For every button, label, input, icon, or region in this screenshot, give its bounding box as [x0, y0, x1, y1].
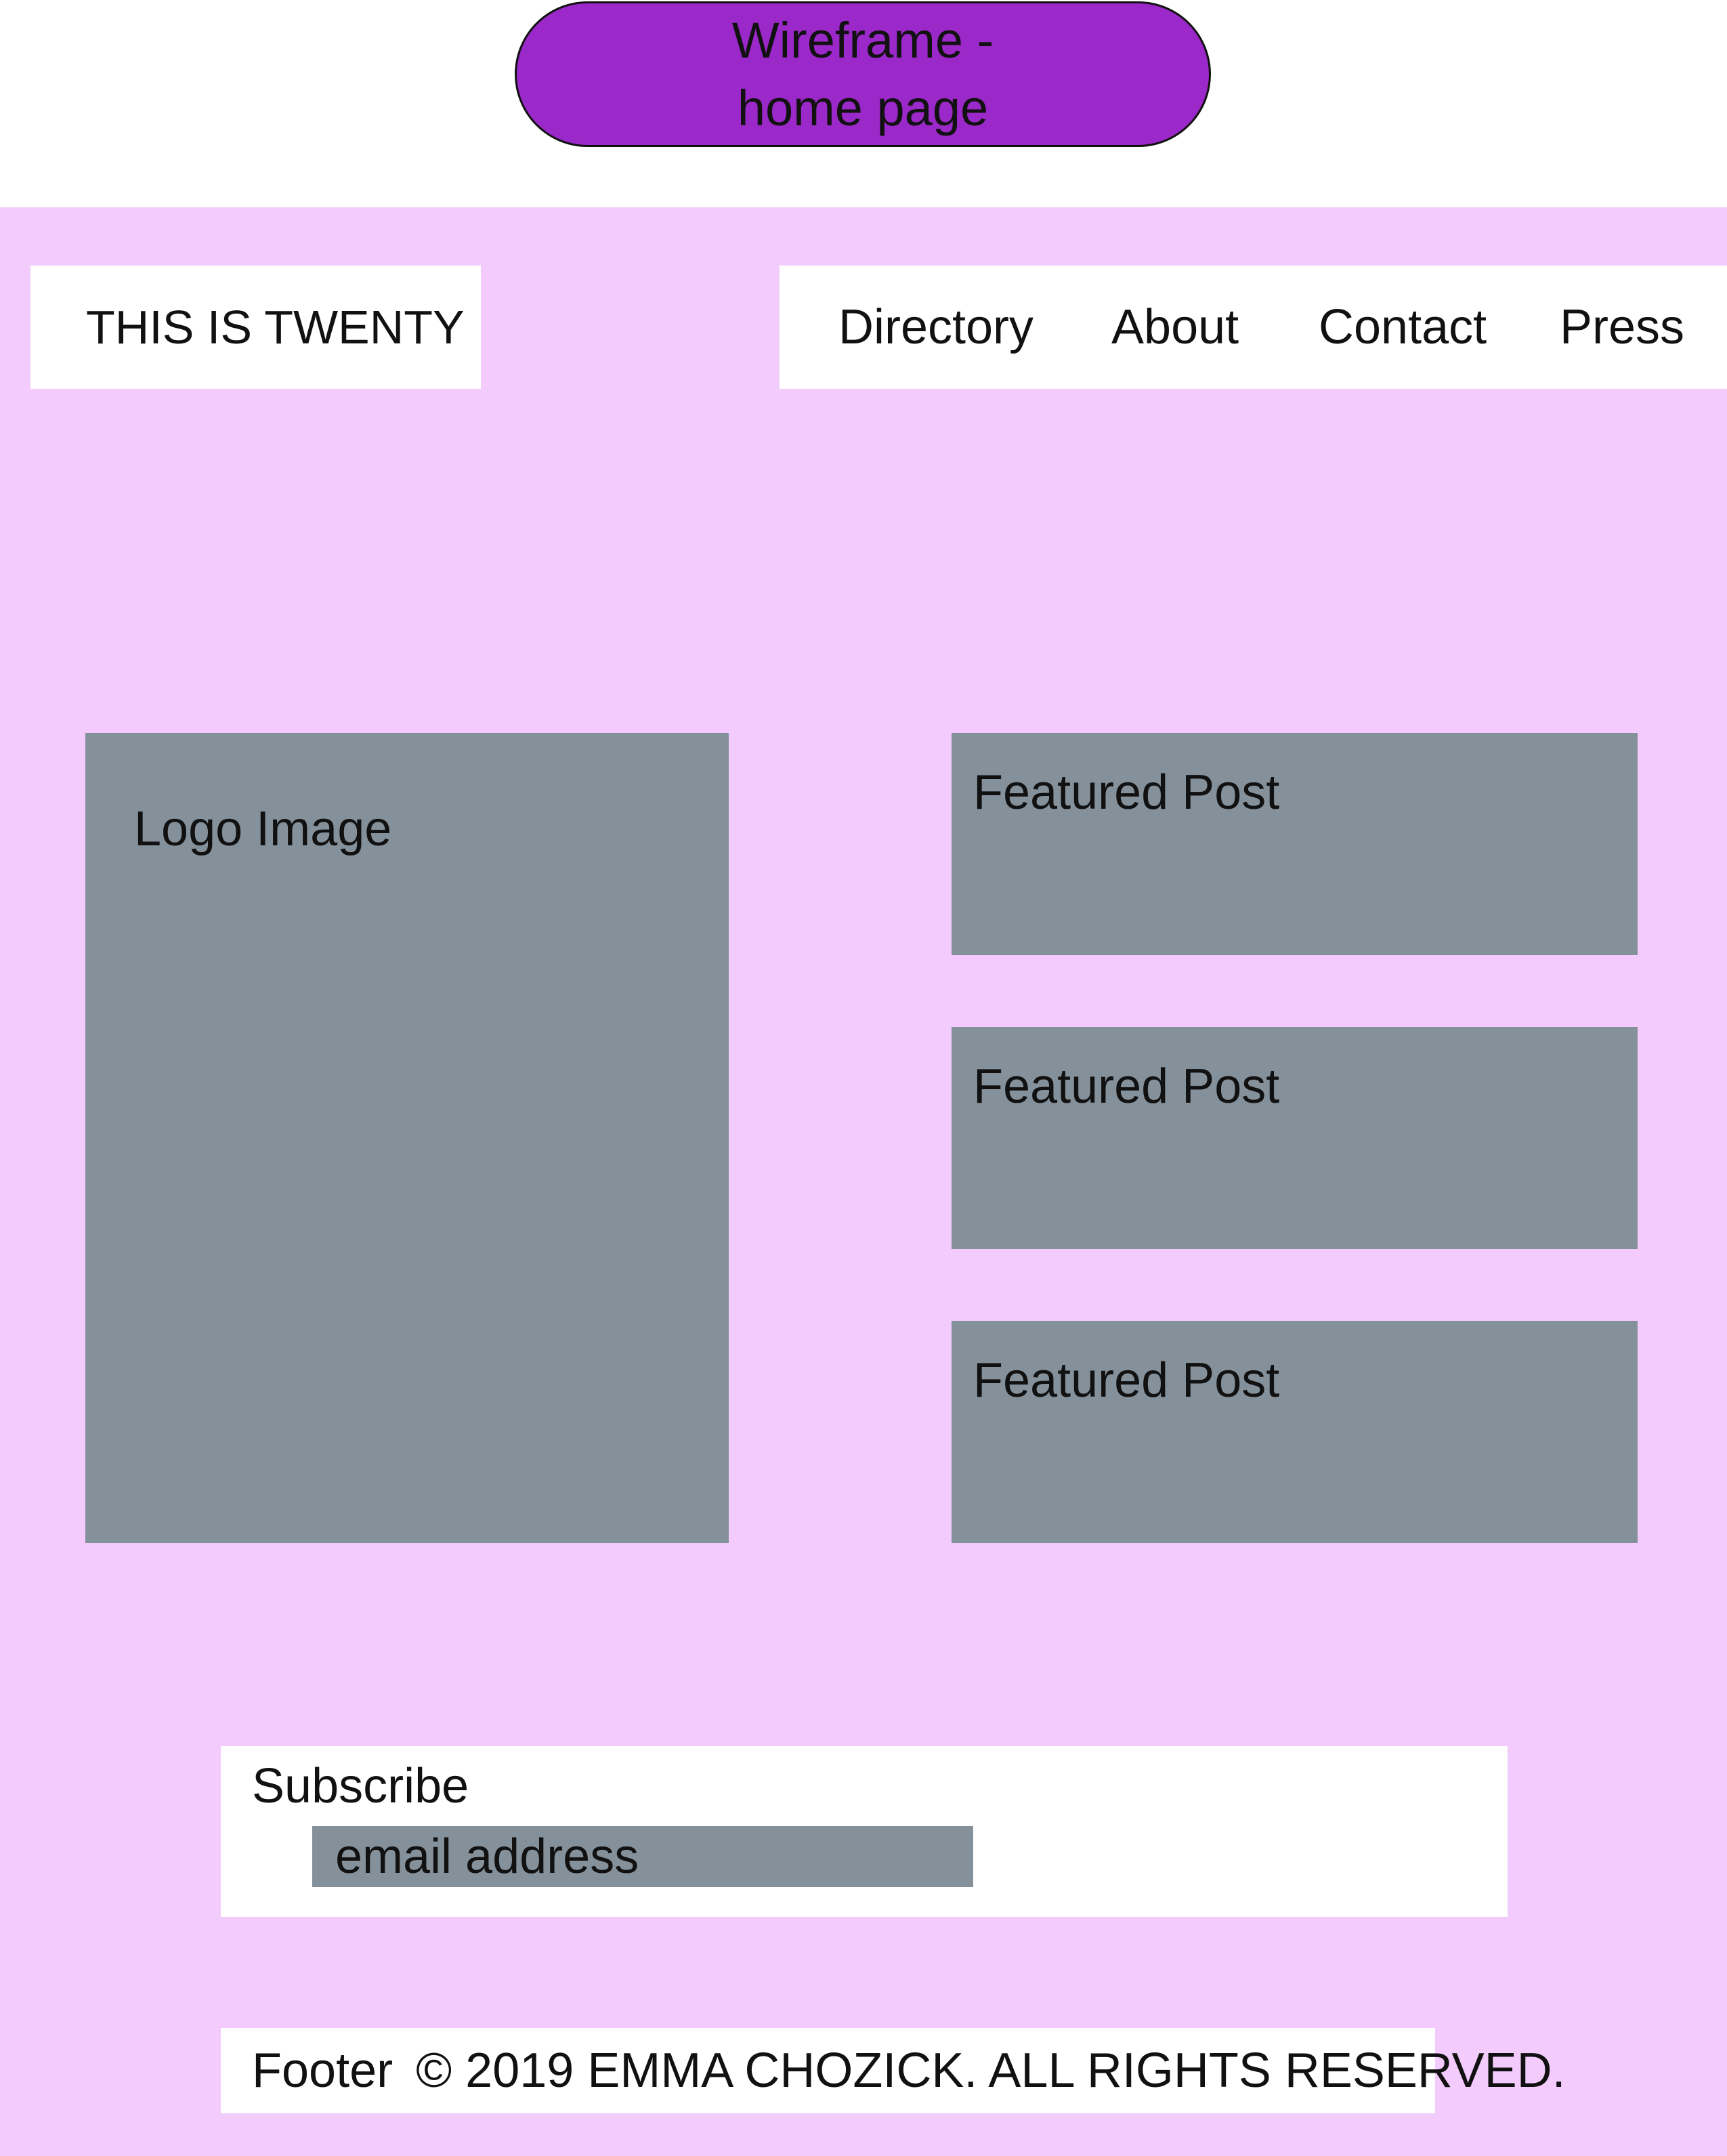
featured-post-1[interactable]: Featured Post [952, 733, 1638, 955]
nav-item-about[interactable]: About [1111, 299, 1239, 355]
nav-item-press[interactable]: Press [1560, 299, 1684, 355]
subscribe-panel: Subscribe email address [221, 1746, 1508, 1917]
featured-post-3[interactable]: Featured Post [952, 1321, 1638, 1543]
wireframe-title-line-2: home page [737, 79, 989, 136]
subscribe-label: Subscribe [252, 1759, 469, 1813]
nav-item-directory[interactable]: Directory [838, 299, 1033, 355]
logo-image-label: Logo Image [134, 802, 392, 856]
email-field[interactable]: email address [312, 1826, 973, 1887]
featured-post-label: Featured Post [973, 1353, 1280, 1408]
featured-post-label: Featured Post [973, 1059, 1280, 1114]
site-title: THIS IS TWENTY [86, 301, 465, 354]
wireframe-title-line-1: Wireframe - [731, 12, 994, 68]
featured-post-2[interactable]: Featured Post [952, 1027, 1638, 1249]
wireframe-title-pill: Wireframe - home page [515, 1, 1211, 147]
site-title-box[interactable]: THIS IS TWENTY [30, 266, 481, 389]
logo-image-placeholder: Logo Image [85, 733, 729, 1543]
footer: Footer © 2019 EMMA CHOZICK. ALL RIGHTS R… [221, 2028, 1566, 2113]
footer-label: Footer [252, 2044, 393, 2098]
main-navigation: Directory About Contact Press [780, 266, 1727, 389]
nav-item-contact[interactable]: Contact [1319, 299, 1487, 355]
featured-post-label: Featured Post [973, 765, 1280, 820]
copyright-text: © 2019 EMMA CHOZICK. ALL RIGHTS RESERVED… [416, 2044, 1566, 2098]
